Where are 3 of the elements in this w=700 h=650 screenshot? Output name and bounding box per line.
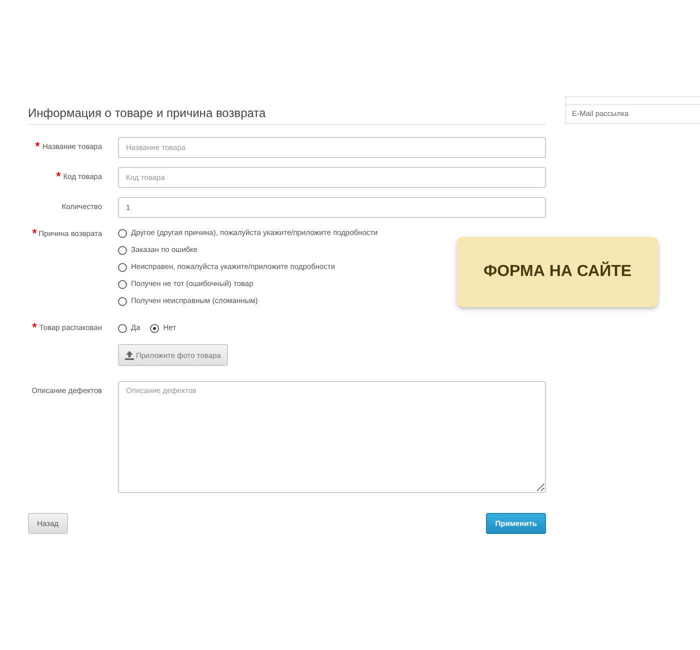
- promo-badge: ФОРМА НА САЙТЕ: [457, 237, 658, 307]
- section-heading: Информация о товаре и причина возврата: [28, 104, 546, 125]
- upload-icon: [125, 350, 134, 360]
